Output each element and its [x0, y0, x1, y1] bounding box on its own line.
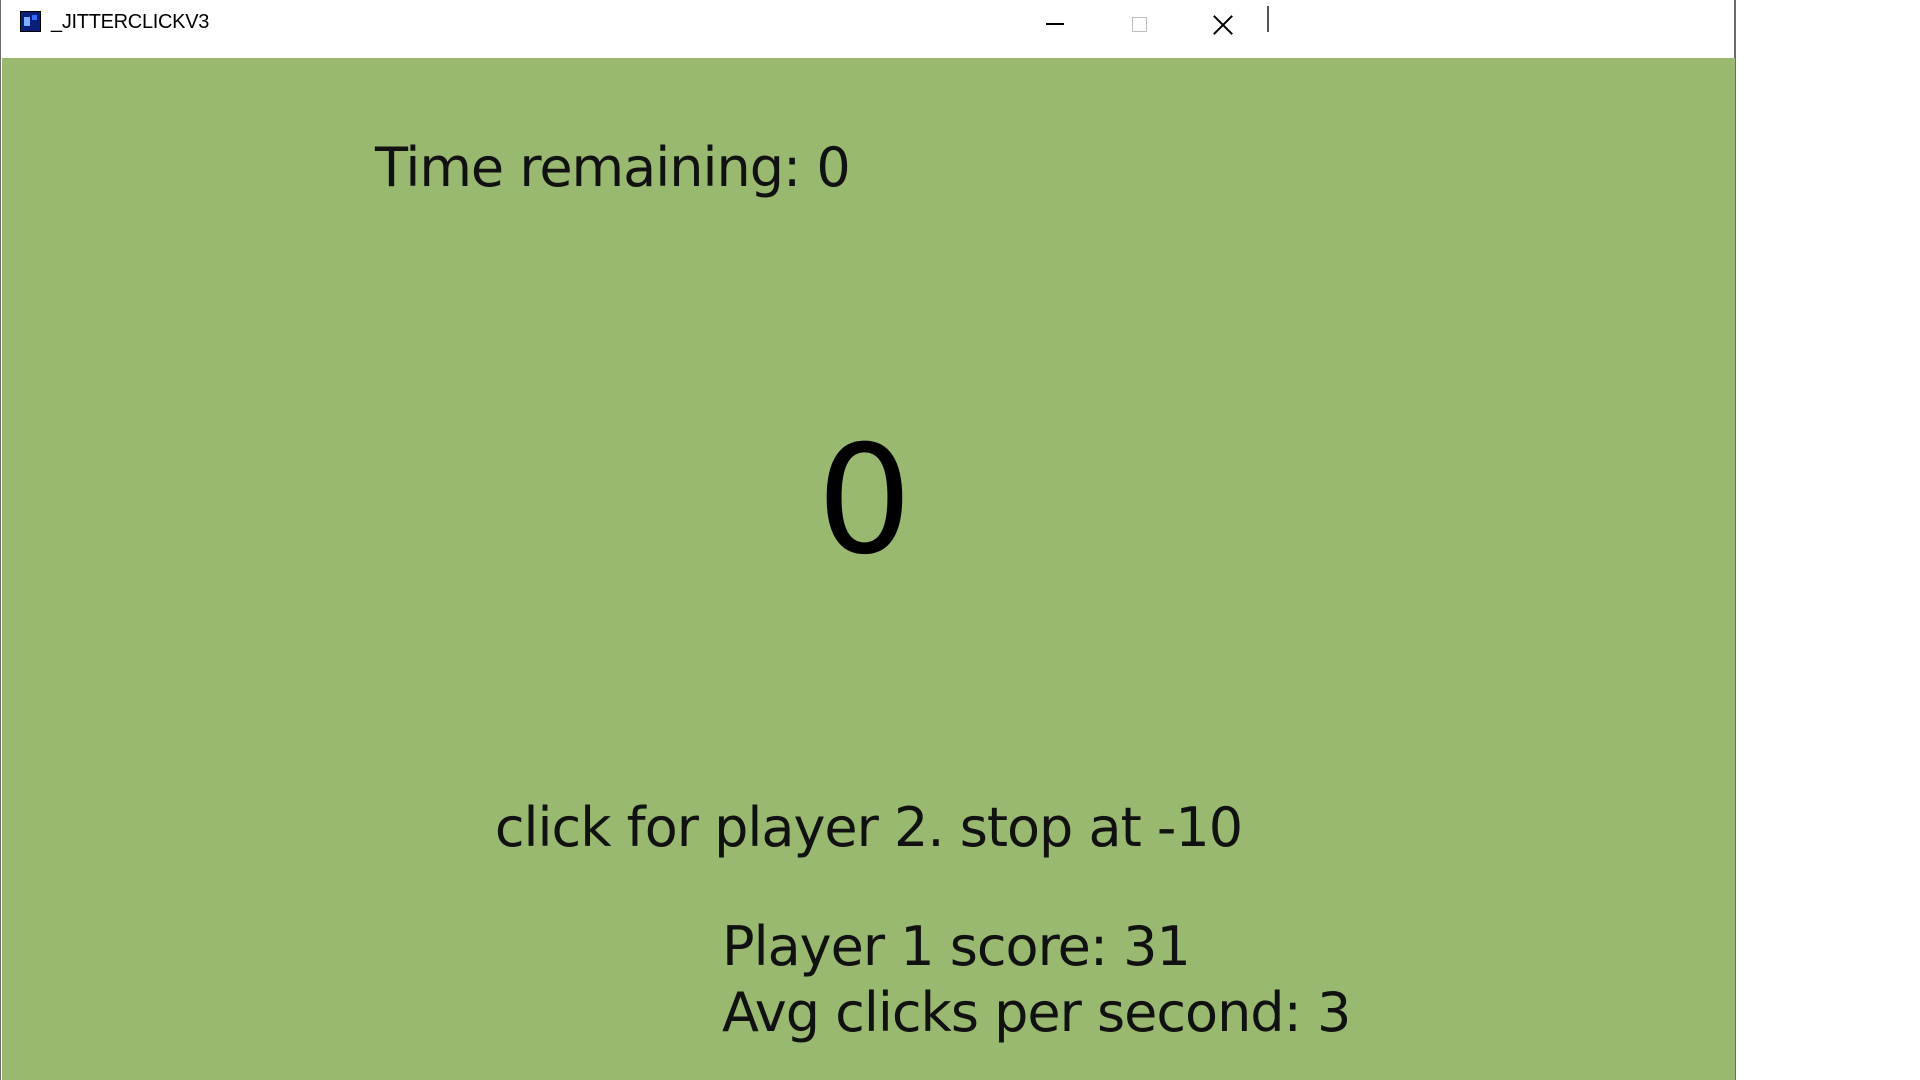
click-counter: 0: [816, 414, 913, 588]
maximize-button[interactable]: [1097, 0, 1181, 48]
game-canvas[interactable]: Time remaining: 0 0 click for player 2. …: [2, 58, 1735, 1080]
minimize-icon: [1046, 23, 1064, 25]
title-bar[interactable]: _JITTERCLICKV3: [1, 0, 1271, 58]
score-panel: Player 1 score: 31 Avg clicks per second…: [722, 914, 1351, 1046]
close-button[interactable]: [1181, 0, 1265, 48]
app-icon[interactable]: [20, 11, 41, 32]
maximize-icon: [1131, 16, 1147, 32]
window-title: _JITTERCLICKV3: [51, 11, 210, 33]
instruction-text: click for player 2. stop at -10: [494, 796, 1243, 859]
text-caret: [1267, 6, 1269, 32]
player1-score: Player 1 score: 31: [722, 915, 1191, 978]
close-icon: [1212, 13, 1234, 35]
time-remaining: Time remaining: 0: [375, 136, 851, 199]
minimize-button[interactable]: [1013, 0, 1097, 48]
avg-clicks-per-second: Avg clicks per second: 3: [722, 981, 1351, 1044]
app-window: _JITTERCLICKV3 Time remaining: 0 0 click…: [0, 0, 1736, 1080]
